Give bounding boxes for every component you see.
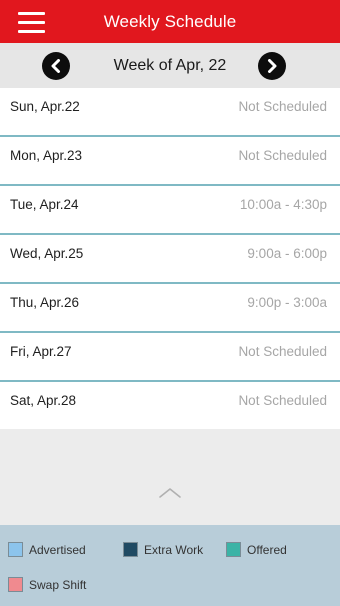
shift-time: Not Scheduled [238, 148, 327, 163]
page-title: Weekly Schedule [103, 11, 237, 31]
legend-swatch [8, 577, 23, 592]
expand-legend-button[interactable] [155, 483, 185, 503]
legend-item-extra-work: Extra Work [123, 542, 203, 557]
week-label: Week of Apr, 22 [113, 56, 227, 74]
legend-swatch [8, 542, 23, 557]
previous-week-button[interactable] [42, 52, 70, 80]
day-label: Sat, Apr.28 [10, 393, 77, 408]
legend-item-offered: Offered [226, 542, 287, 557]
schedule-row-tue[interactable]: Tue, Apr.24 10:00a - 4:30p [0, 186, 340, 235]
menu-line [18, 30, 45, 33]
menu-line [18, 12, 45, 15]
next-week-button[interactable] [258, 52, 286, 80]
day-label: Thu, Apr.26 [10, 295, 80, 310]
legend-swatch [123, 542, 138, 557]
legend-item-swap-shift: Swap Shift [8, 577, 86, 592]
legend-item-advertised: Advertised [8, 542, 86, 557]
day-label: Mon, Apr.23 [10, 148, 83, 163]
legend-label: Swap Shift [29, 577, 87, 592]
day-label: Fri, Apr.27 [10, 344, 72, 359]
chevron-right-icon [268, 59, 277, 73]
day-label: Tue, Apr.24 [10, 197, 79, 212]
schedule-row-wed[interactable]: Wed, Apr.25 9:00a - 6:00p [0, 235, 340, 284]
legend-swatch [226, 542, 241, 557]
shift-time: Not Scheduled [238, 393, 327, 408]
day-label: Sun, Apr.22 [10, 99, 80, 114]
schedule-row-thu[interactable]: Thu, Apr.26 9:00p - 3:00a [0, 284, 340, 333]
shift-time: Not Scheduled [238, 99, 327, 114]
day-label: Wed, Apr.25 [10, 246, 84, 261]
app-header: Weekly Schedule [0, 0, 340, 43]
shift-time: 10:00a - 4:30p [239, 197, 327, 212]
chevron-up-icon [159, 488, 181, 498]
chevron-left-icon [51, 59, 60, 73]
shift-time: 9:00a - 6:00p [247, 246, 327, 261]
legend-label: Extra Work [144, 542, 204, 557]
schedule-row-sat[interactable]: Sat, Apr.28 Not Scheduled [0, 382, 340, 429]
legend-panel: Advertised Extra Work Offered Swap Shift [0, 525, 340, 606]
legend-label: Offered [247, 542, 287, 557]
schedule-list: Sun, Apr.22 Not Scheduled Mon, Apr.23 No… [0, 88, 340, 429]
schedule-row-fri[interactable]: Fri, Apr.27 Not Scheduled [0, 333, 340, 382]
menu-line [18, 21, 45, 24]
app-root: Weekly Schedule Week of Apr, 22 Sun, Apr… [0, 0, 340, 606]
shift-time: 9:00p - 3:00a [247, 295, 327, 310]
hamburger-menu-icon[interactable] [18, 10, 46, 34]
schedule-row-sun[interactable]: Sun, Apr.22 Not Scheduled [0, 88, 340, 137]
legend-label: Advertised [29, 542, 86, 557]
schedule-row-mon[interactable]: Mon, Apr.23 Not Scheduled [0, 137, 340, 186]
week-navigator: Week of Apr, 22 [0, 43, 340, 88]
shift-time: Not Scheduled [238, 344, 327, 359]
